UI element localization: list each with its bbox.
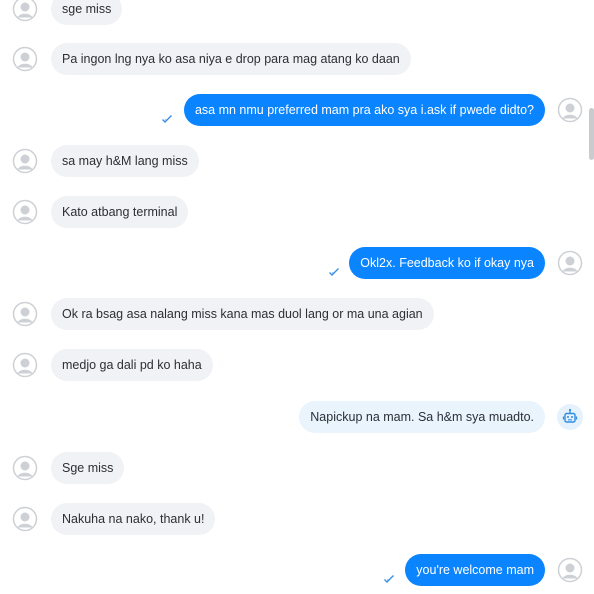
user-avatar-icon <box>557 557 583 583</box>
check-icon <box>383 574 395 584</box>
message-outgoing: you're welcome mam <box>0 552 594 588</box>
user-avatar-icon <box>557 250 583 276</box>
message-bubble: Nakuha na nako, thank u! <box>51 503 216 535</box>
message-bubble: Ok ra bsag asa nalang miss kana mas duol… <box>51 298 434 330</box>
user-avatar-icon <box>12 0 38 22</box>
scrollbar-thumb[interactable] <box>589 108 594 160</box>
message-bubble: asa mn nmu preferred mam pra ako sya i.a… <box>183 94 545 126</box>
message-incoming: Kato atbang terminal <box>0 194 594 230</box>
message-incoming: Nakuha na nako, thank u! <box>0 501 594 537</box>
message-outgoing: Okl2x. Feedback ko if okay nya <box>0 245 594 281</box>
message-incoming: Sge miss <box>0 450 594 486</box>
check-icon <box>328 267 340 277</box>
user-avatar-icon <box>12 46 38 72</box>
user-avatar-icon <box>12 455 38 481</box>
message-incoming: sa may h&M lang miss <box>0 143 594 179</box>
user-avatar-icon <box>12 506 38 532</box>
user-avatar-icon <box>12 301 38 327</box>
message-bubble: you're welcome mam <box>405 554 545 586</box>
user-avatar-icon <box>12 199 38 225</box>
message-bubble: Okl2x. Feedback ko if okay nya <box>349 247 545 279</box>
check-icon <box>161 114 173 124</box>
message-incoming: Ok ra bsag asa nalang miss kana mas duol… <box>0 296 594 332</box>
message-incoming: sge miss <box>0 0 594 27</box>
message-bubble: Sge miss <box>51 452 125 484</box>
message-bubble: sge miss <box>51 0 123 25</box>
message-incoming: Pa ingon lng nya ko asa niya e drop para… <box>0 41 594 77</box>
user-avatar-icon <box>12 148 38 174</box>
message-incoming: medjo ga dali pd ko haha <box>0 347 594 383</box>
chat-conversation: sge miss Pa ingon lng nya ko asa niya e … <box>0 0 594 594</box>
message-bubble: Napickup na mam. Sa h&m sya muadto. <box>299 401 545 433</box>
robot-icon <box>557 404 583 430</box>
message-outgoing: asa mn nmu preferred mam pra ako sya i.a… <box>0 92 594 128</box>
message-bubble: Kato atbang terminal <box>51 196 189 228</box>
message-bubble: Pa ingon lng nya ko asa niya e drop para… <box>51 43 411 75</box>
user-avatar-icon <box>557 97 583 123</box>
message-bubble: medjo ga dali pd ko haha <box>51 349 213 381</box>
message-bubble: sa may h&M lang miss <box>51 145 199 177</box>
message-outgoing-bot: Napickup na mam. Sa h&m sya muadto. <box>0 399 594 435</box>
user-avatar-icon <box>12 352 38 378</box>
